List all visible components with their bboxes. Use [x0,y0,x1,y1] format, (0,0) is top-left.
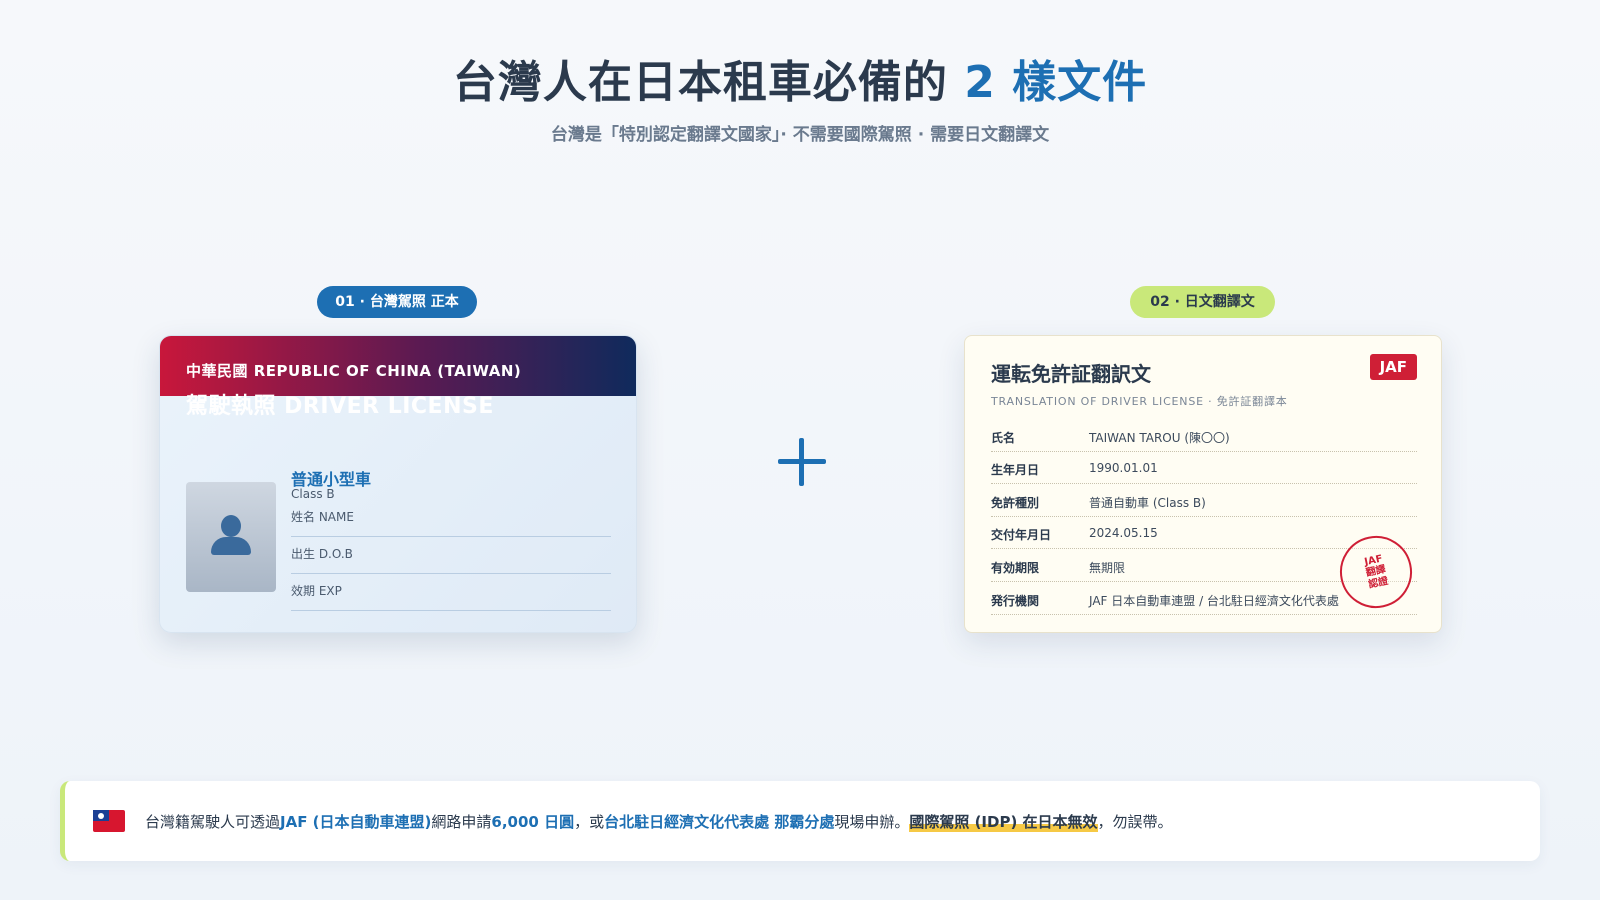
doc1-label-pill: 01 · 台灣駕照 正本 [317,286,477,318]
row-value: 2024.05.15 [1089,526,1158,540]
doc2-label-pill: 02 · 日文翻譯文 [1130,286,1275,318]
jaf-translation-card: 運転免許証翻訳文 TRANSLATION OF DRIVER LICENSE ·… [964,335,1442,633]
license-field-exp: 效期 EXP [291,574,611,611]
stamp-line: 認證 [1367,575,1390,591]
notice-text-2: 網路申請 [431,812,492,831]
license-photo [186,482,276,592]
row-key: 生年月日 [991,463,1040,477]
row-key: 有効期限 [991,561,1040,575]
taiwan-flag-icon [93,810,125,832]
page-subtitle: 台灣是「特別認定翻譯文國家」· 不需要國際駕照 · 需要日文翻譯文 [550,125,1050,145]
row-value: 無期限 [1089,561,1126,575]
translation-row: 生年月日 1990.01.01 [991,452,1417,484]
translation-row: 氏名 TAIWAN TAROU (陳〇〇) [991,420,1417,452]
row-value: 普通自動車 (Class B) [1089,496,1206,510]
translation-subtitle: TRANSLATION OF DRIVER LICENSE · 免許証翻譯本 [991,395,1288,408]
notice-text-3: ，或 [574,812,605,831]
title-main: 台灣人在日本租車必備的 [452,57,965,108]
page-title: 台灣人在日本租車必備的 2 樣文件 [0,46,1600,110]
license-field-name: 姓名 NAME [291,500,611,537]
row-key: 免許種別 [991,496,1040,510]
page-header: 台灣人在日本租車必備的 2 樣文件 台灣是「特別認定翻譯文國家」· 不需要國際駕… [0,46,1600,145]
notice-price: 6,000 日圓 [491,812,575,831]
notice-bar: 台灣籍駕駛人可透過 JAF (日本自動車連盟) 網路申請 6,000 日圓 ，或… [60,781,1540,861]
row-key: 発行機関 [991,594,1040,608]
license-field-dob: 出生 D.O.B [291,537,611,574]
license-class-en: Class B [291,487,335,501]
translation-title: 運転免許証翻訳文 [991,362,1151,386]
taiwan-license-card: 中華民國 REPUBLIC OF CHINA (TAIWAN) 駕駛執照 DRI… [159,335,637,633]
notice-jaf: JAF (日本自動車連盟) [280,812,432,831]
title-accent: 2 樣文件 [964,57,1148,108]
jaf-badge: JAF [1369,354,1417,380]
row-key: 交付年月日 [991,528,1052,542]
notice-text-1: 台灣籍駕駛人可透過 [145,812,281,831]
notice-text-5: ，勿誤帶。 [1097,812,1173,831]
license-country: 中華民國 REPUBLIC OF CHINA (TAIWAN) [186,362,522,380]
notice-office: 台北駐日經濟文化代表處 那霸分處 [604,812,835,831]
row-key: 氏名 [991,431,1016,445]
translation-row: 免許種別 普通自動車 (Class B) [991,485,1417,517]
notice-text-4: 現場申辦。 [834,812,910,831]
plus-icon [778,438,826,486]
license-type: 駕駛執照 DRIVER LICENSE [186,394,494,419]
row-value: TAIWAN TAROU (陳〇〇) [1089,431,1230,445]
row-value: JAF 日本自動車連盟 / 台北駐日經濟文化代表處 [1089,594,1339,608]
notice-warning: 國際駕照 (IDP) 在日本無效 [909,810,1098,832]
person-icon [209,515,253,559]
row-value: 1990.01.01 [1089,461,1158,475]
